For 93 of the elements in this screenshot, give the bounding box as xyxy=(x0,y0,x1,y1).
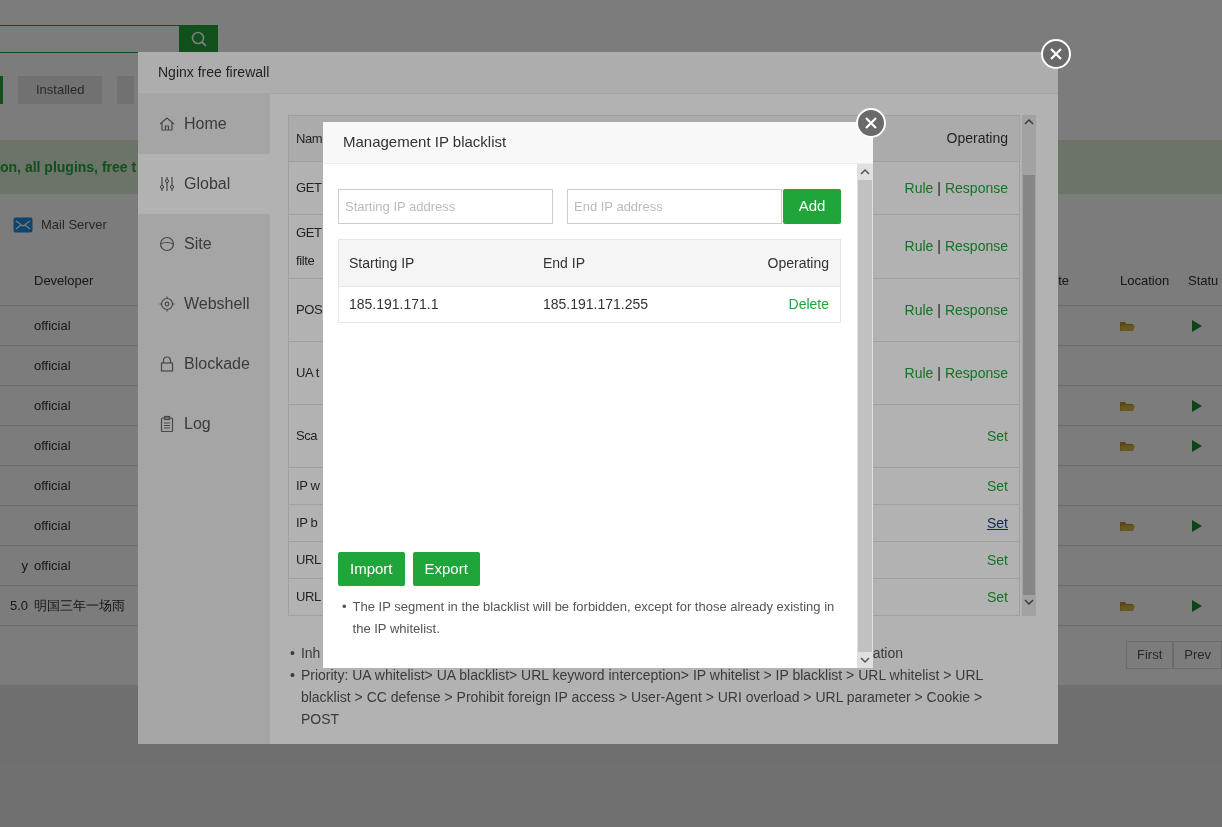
scrollbar-thumb[interactable] xyxy=(858,180,872,652)
action-link[interactable]: Response xyxy=(944,362,1008,384)
table-cell-text: 5.0 xyxy=(9,596,28,615)
action-button[interactable]: Export xyxy=(412,552,480,586)
lock-icon xyxy=(158,355,176,373)
play-icon[interactable] xyxy=(1192,440,1202,453)
action-link[interactable]: Response xyxy=(944,177,1008,199)
play-icon[interactable] xyxy=(1192,520,1202,533)
play-icon[interactable] xyxy=(1192,320,1202,333)
search-icon xyxy=(191,31,207,47)
start-ip-field[interactable]: Starting IP address xyxy=(338,189,553,224)
table-cell-text: official xyxy=(33,556,71,575)
close-icon xyxy=(1049,47,1063,61)
table-cell-text: GET xyxy=(296,179,322,197)
delete-link[interactable]: Delete xyxy=(788,296,829,312)
table-cell-text: UA t xyxy=(296,364,319,382)
globe-icon xyxy=(158,235,176,253)
table-cell-text: URL xyxy=(296,551,321,569)
column-header: Nam xyxy=(296,129,323,148)
separator: | xyxy=(937,300,941,320)
table-cell-text: official xyxy=(33,396,71,415)
table-cell-text: IP w xyxy=(296,477,320,495)
folder-icon[interactable] xyxy=(1120,400,1135,413)
column-header: Location xyxy=(1119,271,1170,290)
clipboard-icon xyxy=(158,415,176,433)
table-cell-text: y xyxy=(21,556,28,575)
envelope-icon xyxy=(13,217,33,233)
close-icon xyxy=(864,116,878,130)
dialog-title: Nginx free firewall xyxy=(158,63,270,82)
note-text: Priority: UA whitelist> UA blacklist> URL keyword interception> IP whitelist > IP blacklist > URL whitelist > URL blacklist > CC defense > Prohibit foreign IP access > User-Agent > URI overload > URL parameter > Cookie > POST xyxy=(300,666,984,729)
folder-icon[interactable] xyxy=(1120,600,1135,613)
table-cell-text: 185.191.171.1 xyxy=(349,295,440,314)
home-icon xyxy=(158,115,176,133)
separator: | xyxy=(937,363,941,383)
column-header: Developer xyxy=(33,271,94,290)
target-icon xyxy=(158,295,176,313)
note-text: Inh xyxy=(300,644,321,663)
bullet: • xyxy=(290,666,295,685)
action-link[interactable]: Response xyxy=(944,236,1008,257)
table-cell-text: official xyxy=(33,316,71,335)
action-link[interactable]: Set xyxy=(987,549,1008,571)
table-cell-text: 185.191.171.255 xyxy=(543,295,650,314)
column-header: Operating xyxy=(766,253,829,273)
column-header: te xyxy=(1058,271,1070,290)
table-cell-text: Sca xyxy=(296,427,318,445)
scrollbar-track[interactable] xyxy=(1022,115,1036,616)
filter-button[interactable]: Installed xyxy=(18,76,103,104)
separator: | xyxy=(937,178,941,198)
dialog-title: Management IP blacklist xyxy=(343,132,507,153)
folder-icon[interactable] xyxy=(1120,440,1135,453)
folder-icon[interactable] xyxy=(1120,320,1135,333)
column-header: Starting IP xyxy=(349,253,416,273)
action-link[interactable]: Rule xyxy=(904,362,934,384)
app-link[interactable]: Mail Server xyxy=(13,215,107,235)
end-ip-field[interactable]: End IP address xyxy=(567,189,782,224)
table-cell-text: official xyxy=(33,476,71,495)
action-link[interactable]: Set xyxy=(987,475,1008,497)
pagination-button[interactable]: Prev xyxy=(1173,641,1222,669)
column-header: Operating xyxy=(946,129,1008,148)
table-cell-text: IP b xyxy=(296,514,318,532)
folder-icon[interactable] xyxy=(1120,520,1135,533)
table-cell-text: URL xyxy=(296,588,321,606)
table-cell-text: GET filte xyxy=(296,223,322,270)
scrollbar-thumb[interactable] xyxy=(1023,175,1035,595)
action-link[interactable]: Set xyxy=(987,586,1008,608)
column-header: Statu xyxy=(1187,271,1219,290)
pagination-button[interactable]: First xyxy=(1126,641,1174,669)
search-field[interactable] xyxy=(0,25,180,53)
action-link[interactable]: Set xyxy=(987,512,1008,534)
add-button[interactable]: Add xyxy=(783,189,841,224)
action-link[interactable]: Rule xyxy=(904,236,934,257)
play-icon[interactable] xyxy=(1192,400,1202,413)
separator: | xyxy=(937,237,941,256)
bullet: • xyxy=(290,644,295,663)
table-cell-text: official xyxy=(33,436,71,455)
action-link[interactable]: Set xyxy=(987,425,1008,447)
notice-text: on, all plugins, free t xyxy=(0,157,137,177)
sidebar-item[interactable]: Global xyxy=(138,154,270,214)
sliders-icon xyxy=(158,175,176,193)
table-cell-text: official xyxy=(33,356,71,375)
table-cell-text: official xyxy=(33,516,71,535)
action-link[interactable]: Response xyxy=(944,299,1008,321)
play-icon[interactable] xyxy=(1192,600,1202,613)
scrollbar-track[interactable] xyxy=(857,164,873,668)
note-text: ation xyxy=(872,644,903,663)
search-button[interactable] xyxy=(180,25,218,53)
bullet: • xyxy=(342,598,347,616)
column-header: End IP xyxy=(543,253,587,273)
action-link[interactable]: Rule xyxy=(904,299,934,321)
action-link[interactable]: Rule xyxy=(904,177,934,199)
action-button[interactable]: Import xyxy=(338,552,405,586)
note-text: The IP segment in the blacklist will be forbidden, except for those already existing in the IP whitelist. xyxy=(352,598,836,638)
table-cell-text: POS xyxy=(296,301,323,319)
